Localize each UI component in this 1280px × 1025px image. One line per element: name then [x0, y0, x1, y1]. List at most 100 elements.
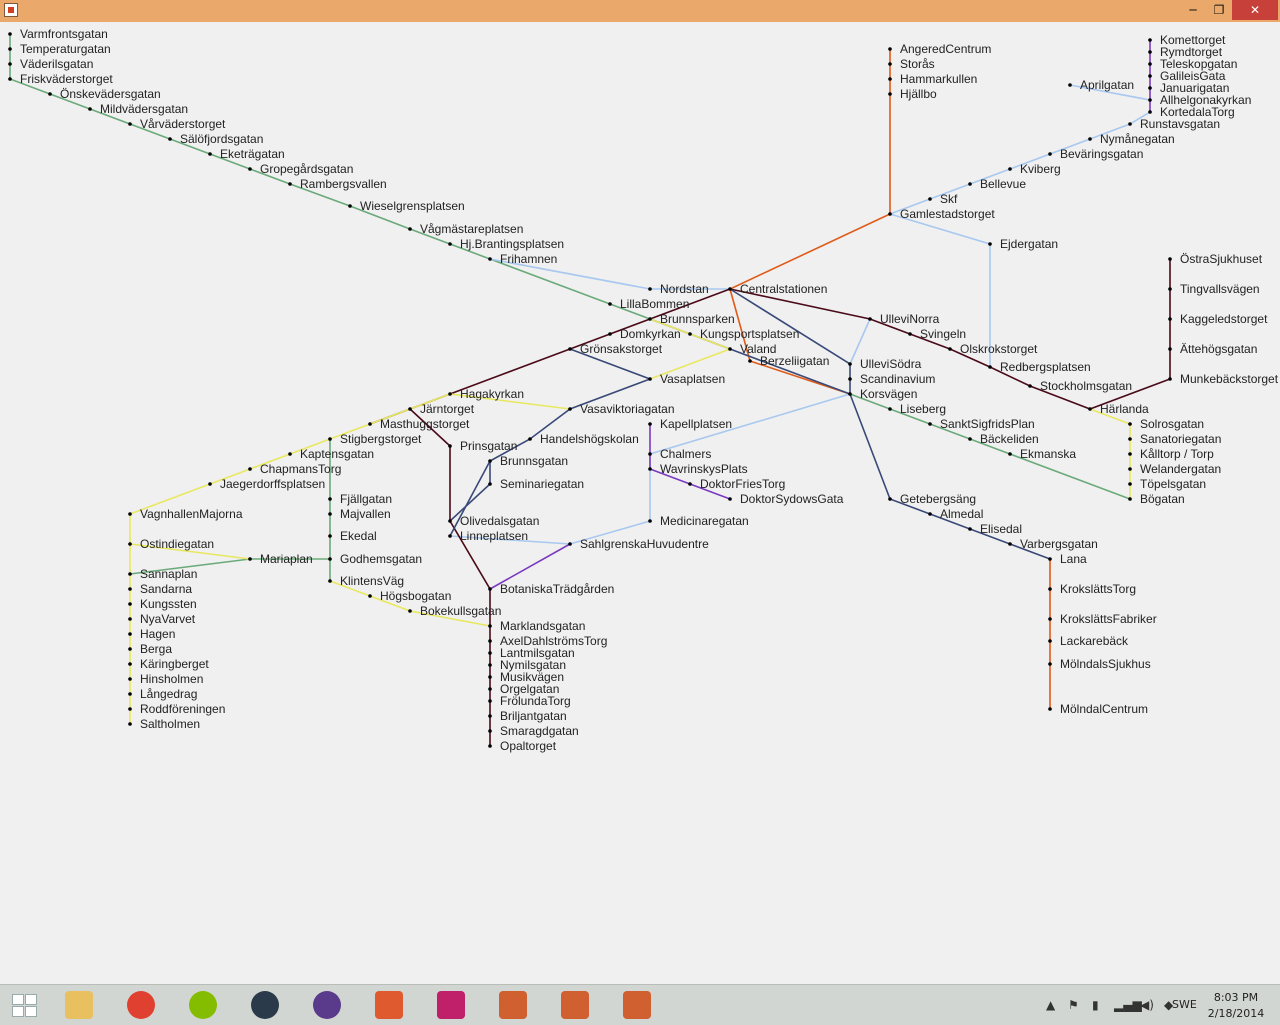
station-dot[interactable]	[748, 359, 752, 363]
station[interactable]: Väderilsgatan	[8, 57, 93, 71]
station-dot[interactable]	[448, 519, 452, 523]
station[interactable]: Wieselgrensplatsen	[348, 199, 465, 213]
station[interactable]: Vasaviktoriagatan	[568, 402, 675, 416]
station-dot[interactable]	[1148, 98, 1152, 102]
station-dot[interactable]	[448, 392, 452, 396]
station[interactable]: UlleviSödra	[848, 357, 922, 371]
station[interactable]: Medicinaregatan	[648, 514, 749, 528]
station-dot[interactable]	[408, 227, 412, 231]
station-dot[interactable]	[8, 77, 12, 81]
station[interactable]: Welandergatan	[1128, 462, 1221, 476]
steam-button[interactable]	[238, 987, 292, 1023]
station-dot[interactable]	[1148, 110, 1152, 114]
station[interactable]: Runstavsgatan	[1128, 117, 1220, 131]
station[interactable]: SanktSigfridsPlan	[928, 417, 1035, 431]
station[interactable]: Ekmanska	[1008, 447, 1076, 461]
station[interactable]: Lana	[1048, 552, 1087, 566]
station-dot[interactable]	[1128, 437, 1132, 441]
station-dot[interactable]	[128, 662, 132, 666]
station-dot[interactable]	[488, 624, 492, 628]
station[interactable]: VagnhallenMajorna	[128, 507, 243, 521]
java-button-3[interactable]	[610, 987, 664, 1023]
station[interactable]: Seminariegatan	[488, 477, 584, 491]
station-dot[interactable]	[1048, 557, 1052, 561]
station-dot[interactable]	[128, 677, 132, 681]
station[interactable]: Hj.Brantingsplatsen	[448, 237, 564, 251]
station[interactable]: Elisedal	[968, 522, 1022, 536]
station[interactable]: Töpelsgatan	[1128, 477, 1206, 491]
station-dot[interactable]	[488, 651, 492, 655]
station[interactable]: Käringberget	[128, 657, 209, 671]
station-dot[interactable]	[688, 332, 692, 336]
station[interactable]: Jaegerdorffsplatsen	[208, 477, 325, 491]
station-dot[interactable]	[648, 287, 652, 291]
station-dot[interactable]	[368, 594, 372, 598]
station[interactable]: Hammarkullen	[888, 72, 977, 86]
station[interactable]: UlleviNorra	[868, 312, 940, 326]
station-dot[interactable]	[888, 47, 892, 51]
station[interactable]: ÖstraSjukhuset	[1168, 252, 1263, 266]
station[interactable]: Kålltorp / Torp	[1128, 447, 1214, 461]
station[interactable]: Prinsgatan	[448, 439, 517, 453]
station[interactable]: WavrinskysPlats	[648, 462, 748, 476]
station[interactable]: Temperaturgatan	[8, 42, 111, 56]
station-dot[interactable]	[728, 497, 732, 501]
station-dot[interactable]	[908, 332, 912, 336]
station[interactable]: Centralstationen	[728, 282, 827, 296]
station-dot[interactable]	[528, 437, 532, 441]
station-dot[interactable]	[848, 377, 852, 381]
station[interactable]: Önskevädersgatan	[48, 87, 161, 101]
station[interactable]: Berzeliigatan	[748, 354, 829, 368]
station[interactable]: MölndalCentrum	[1048, 702, 1148, 716]
station-dot[interactable]	[328, 557, 332, 561]
station-dot[interactable]	[888, 497, 892, 501]
station-dot[interactable]	[128, 692, 132, 696]
station[interactable]: Smaragdgatan	[488, 724, 579, 738]
station[interactable]: Stigbergstorget	[328, 432, 422, 446]
station-dot[interactable]	[1148, 62, 1152, 66]
station[interactable]: Eketrägatan	[208, 147, 285, 161]
station-dot[interactable]	[988, 242, 992, 246]
station[interactable]: Kapellplatsen	[648, 417, 732, 431]
station[interactable]: Kviberg	[1008, 162, 1061, 176]
eclipse-button[interactable]	[300, 987, 354, 1023]
station[interactable]: Svingeln	[908, 327, 966, 341]
station-dot[interactable]	[488, 687, 492, 691]
station[interactable]: Frihamnen	[488, 252, 557, 266]
station-dot[interactable]	[968, 437, 972, 441]
station-dot[interactable]	[8, 47, 12, 51]
station[interactable]: Saltholmen	[128, 717, 200, 731]
station[interactable]: Varbergsgatan	[1008, 537, 1098, 551]
station[interactable]: Bäckeliden	[968, 432, 1039, 446]
station[interactable]: Chalmers	[648, 447, 711, 461]
station-dot[interactable]	[448, 534, 452, 538]
station[interactable]: Kaptensgatan	[288, 447, 374, 461]
station-dot[interactable]	[888, 212, 892, 216]
station-dot[interactable]	[328, 534, 332, 538]
station-dot[interactable]	[328, 579, 332, 583]
station-dot[interactable]	[1148, 86, 1152, 90]
station-dot[interactable]	[948, 347, 952, 351]
station-dot[interactable]	[888, 62, 892, 66]
station-dot[interactable]	[888, 77, 892, 81]
indesign-button[interactable]	[424, 987, 478, 1023]
station-dot[interactable]	[1048, 152, 1052, 156]
station-dot[interactable]	[8, 32, 12, 36]
explorer-button[interactable]	[52, 987, 106, 1023]
station[interactable]: Handelshögskolan	[528, 432, 639, 446]
station[interactable]: Domkyrkan	[608, 327, 681, 341]
start-button[interactable]	[0, 987, 54, 1023]
station[interactable]: DoktorFriesTorg	[688, 477, 785, 491]
station-dot[interactable]	[488, 639, 492, 643]
station-dot[interactable]	[408, 609, 412, 613]
station[interactable]: Skf	[928, 192, 958, 206]
station-dot[interactable]	[928, 197, 932, 201]
station[interactable]: Olivedalsgatan	[448, 514, 539, 528]
station-dot[interactable]	[1148, 74, 1152, 78]
close-button[interactable]: ✕	[1232, 0, 1278, 20]
station-dot[interactable]	[168, 137, 172, 141]
station-dot[interactable]	[128, 647, 132, 651]
station-dot[interactable]	[328, 437, 332, 441]
station[interactable]: Storås	[888, 57, 935, 71]
station-dot[interactable]	[728, 347, 732, 351]
